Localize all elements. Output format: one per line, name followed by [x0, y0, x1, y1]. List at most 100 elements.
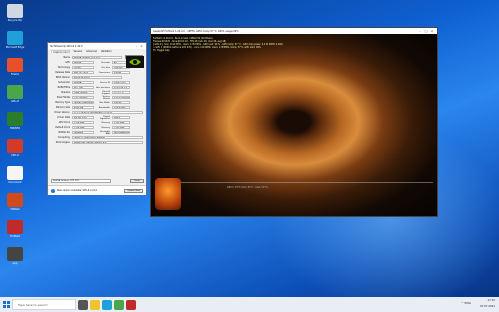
info-value: WHQL — [112, 115, 130, 120]
desktop-icon-label: App — [12, 262, 18, 265]
desktop-icon[interactable]: HWiNFO — [4, 112, 26, 134]
furmark-window[interactable]: Geeks3D FurMark 1.26.0.0 - 18FPS, GPU1 t… — [150, 27, 438, 217]
info-key: ROPs/TMUs — [57, 86, 70, 89]
info-value: 56 / 104 — [72, 85, 94, 90]
update-notice: i New version available: GPU-Z 2.41.0 Up… — [48, 185, 146, 195]
app-icon — [7, 31, 23, 45]
info-value: Not supported — [112, 130, 130, 135]
info-value: 1753 MHz — [112, 120, 130, 125]
app-icon — [7, 166, 23, 180]
app-icon — [7, 58, 23, 72]
desktop-icon-label: HWiNFO — [9, 127, 21, 130]
info-key: Revision — [101, 61, 110, 64]
tab-graphics-card[interactable]: Graphics Card — [51, 50, 71, 54]
info-key: Computing — [57, 136, 70, 139]
temperature-graph: GPU 1: 57°C (min: 47°C - max: 57°C) — [157, 182, 433, 198]
gpuz-title: TechPowerUp GPU-Z 2.40.0 — [50, 44, 83, 48]
task-view-icon[interactable] — [78, 299, 88, 310]
info-key: Name — [63, 56, 70, 59]
close-icon[interactable]: × — [139, 44, 144, 48]
info-key: NVIDIA SLI — [58, 131, 70, 134]
info-row: Technologies Vulkan Ray Tracing OpenGL 4.… — [51, 140, 143, 145]
info-key: Memory Size — [55, 106, 70, 109]
info-key: Bandwidth — [98, 106, 110, 109]
info-value: 10DE 13C2 — [112, 80, 130, 85]
desktop-icon-label: Recycle Bin — [7, 19, 23, 22]
info-value: 28 nm — [72, 65, 94, 70]
info-key: DirectX Support — [101, 90, 110, 95]
tab-advanced[interactable]: Advanced — [85, 50, 98, 53]
info-key: Technology — [57, 66, 70, 69]
info-value: 122.0 GTexel/s — [112, 95, 130, 100]
info-key: Device ID — [100, 81, 110, 84]
info-key: Release Date — [55, 71, 70, 74]
desktop-icon[interactable]: Microsoft Edge — [4, 31, 26, 53]
info-key: Driver Date — [57, 116, 70, 119]
app-icon — [7, 247, 23, 261]
desktop-icon-label: CPU-Z — [11, 154, 19, 157]
furmark-hud: FurMark v1.26.0.0 - Burn-in test, 1280x7… — [153, 37, 283, 52]
gpuz-window[interactable]: TechPowerUp GPU-Z 2.40.0 – × Graphics Ca… — [47, 42, 147, 195]
gpuz-taskbar-icon[interactable] — [114, 299, 124, 310]
info-value: 12 (12_1) — [112, 90, 130, 95]
update-now-button[interactable]: Update Now — [124, 188, 143, 193]
info-key: Bus Interface — [96, 86, 110, 89]
close-button[interactable]: Close — [130, 179, 144, 183]
card-select[interactable]: NVIDIA GeForce GTX 970 — [51, 179, 111, 183]
info-value: 256 bit — [112, 100, 130, 105]
info-value: Jun 08, 2021 — [72, 115, 94, 120]
desktop-icon[interactable]: 3DMark — [4, 193, 26, 215]
desktop-icon[interactable]: GPU-Z — [4, 85, 26, 107]
system-tray[interactable]: ^ ENG — [461, 301, 471, 305]
info-key: GPU — [65, 61, 70, 64]
app-icon — [7, 4, 23, 18]
desktop-icon[interactable]: Document — [4, 166, 26, 188]
desktop-icon[interactable]: Recycle Bin — [4, 4, 26, 26]
app-icon — [7, 193, 23, 207]
desktop-icon[interactable]: App — [4, 247, 26, 269]
desktop-icon-label: Microsoft Edge — [5, 46, 25, 49]
clock[interactable]: 17:15 07.07.2021 — [480, 298, 495, 310]
file-explorer-icon[interactable] — [90, 299, 100, 310]
tab-sensors[interactable]: Sensors — [72, 50, 83, 53]
info-value: PCIe x16 3.0 — [112, 85, 130, 90]
info-key: GPU Clock — [58, 121, 70, 124]
start-button[interactable] — [0, 297, 12, 312]
search-input[interactable]: Type here to search — [12, 299, 76, 310]
desktop-icon[interactable]: FurMark — [4, 220, 26, 242]
info-key: Default Clock — [55, 126, 70, 129]
info-key: Memory Type — [55, 101, 70, 104]
windows-icon — [2, 301, 10, 308]
info-key: Texture Fillrate — [102, 95, 110, 100]
close-icon[interactable]: × — [429, 29, 435, 33]
info-key: BIOS Version — [56, 76, 70, 79]
desktop-icon[interactable]: CPU-Z — [4, 139, 26, 161]
desktop-icon-label: Firefox — [10, 73, 20, 76]
tab-validation[interactable]: Validation — [100, 50, 113, 53]
info-value: OpenCL CUDA DirectCompute — [71, 135, 143, 140]
furmark-taskbar-icon[interactable] — [126, 299, 136, 310]
edge-icon[interactable] — [102, 299, 112, 310]
hud-line: F1: Toggle help — [153, 49, 170, 52]
desktop-icon[interactable]: Firefox — [4, 58, 26, 80]
info-value: 4096 MB — [72, 105, 94, 110]
furmark-logo-icon — [155, 178, 181, 210]
info-value: 84.04.36.00.F0 — [72, 75, 122, 80]
info-key: Die Size — [101, 66, 110, 69]
info-key: Subvendor — [58, 81, 70, 84]
app-icon — [7, 112, 23, 126]
info-value: GDDR5 (Samsung) — [72, 100, 94, 105]
info-key: Memory — [101, 126, 110, 129]
clock-date: 07.07.2021 — [480, 305, 495, 308]
info-value: 224.4 GB/s — [112, 105, 130, 110]
app-icon — [7, 85, 23, 99]
info-value: 1114 MHz — [72, 120, 94, 125]
info-value: 27.21.14.6079 (NVIDIA 460.79) DCH — [71, 110, 143, 115]
taskbar: Type here to search ^ ENG 17:15 07.07.20… — [0, 297, 499, 312]
info-value: NVIDIA GeForce GTX 970 — [72, 55, 122, 60]
info-key: Shaders — [61, 91, 70, 94]
notice-text: New version available: GPU-Z 2.41.0 — [57, 189, 98, 192]
app-icon — [7, 139, 23, 153]
info-value: Vulkan Ray Tracing OpenGL 4.6 — [71, 140, 143, 145]
desktop-icon-label: Document — [8, 181, 22, 184]
